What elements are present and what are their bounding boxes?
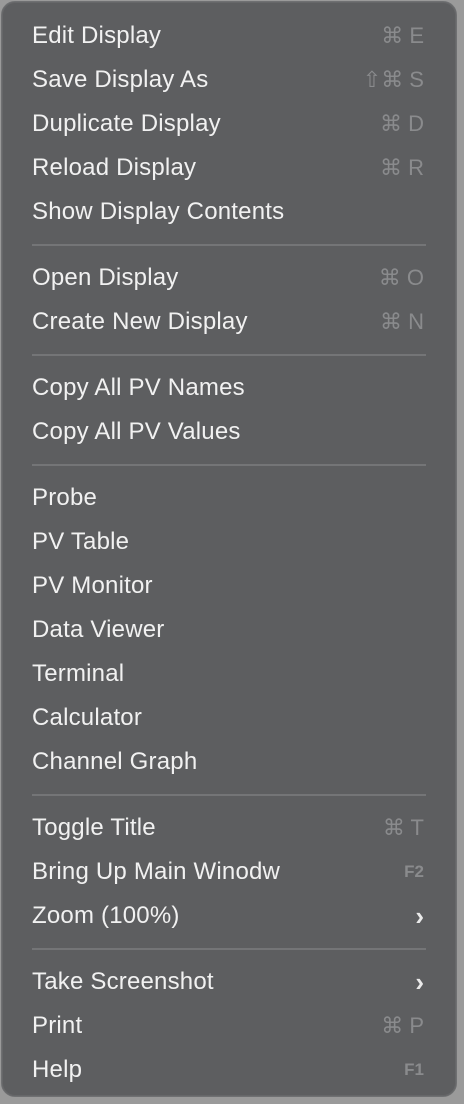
menu-item-label: PV Monitor xyxy=(32,572,153,599)
menu-item-label: Open Display xyxy=(32,264,179,291)
menu-item-label: Print xyxy=(32,1012,83,1039)
shortcut-label: ⌘ N xyxy=(380,309,424,334)
menu-item-help[interactable]: Help F1 xyxy=(12,1048,446,1092)
menu-item-probe[interactable]: Probe xyxy=(12,476,446,520)
menu-item-label: Data Viewer xyxy=(32,616,165,643)
menu-item-label: Take Screenshot xyxy=(32,968,214,995)
menu-item-channel-graph[interactable]: Channel Graph xyxy=(12,740,446,784)
shortcut-label: ⌘ P xyxy=(381,1013,424,1038)
menu-item-terminal[interactable]: Terminal xyxy=(12,652,446,696)
shortcut-label: ⌘ E xyxy=(381,23,424,48)
chevron-right-icon: › xyxy=(415,967,424,997)
shortcut-label: F2 xyxy=(404,862,424,881)
menu-item-create-new-display[interactable]: Create New Display ⌘ N xyxy=(12,300,446,344)
menu-item-label: Create New Display xyxy=(32,308,248,335)
menu-separator xyxy=(32,354,426,356)
menu-item-label: Calculator xyxy=(32,704,143,731)
menu-item-print[interactable]: Print ⌘ P xyxy=(12,1004,446,1048)
menu-item-pv-monitor[interactable]: PV Monitor xyxy=(12,564,446,608)
menu-item-reload-display[interactable]: Reload Display ⌘ R xyxy=(12,146,446,190)
menu-item-save-display-as[interactable]: Save Display As ⇧⌘ S xyxy=(12,58,446,102)
shortcut-label: ⌘ R xyxy=(380,155,424,180)
menu-item-duplicate-display[interactable]: Duplicate Display ⌘ D xyxy=(12,102,446,146)
menu-item-toggle-title[interactable]: Toggle Title ⌘ T xyxy=(12,806,446,850)
menu-item-copy-all-pv-values[interactable]: Copy All PV Values xyxy=(12,410,446,454)
menu-item-label: Probe xyxy=(32,484,98,511)
menu-item-data-viewer[interactable]: Data Viewer xyxy=(12,608,446,652)
menu-item-label: Save Display As xyxy=(32,66,209,93)
menu-item-calculator[interactable]: Calculator xyxy=(12,696,446,740)
menu-item-label: Copy All PV Values xyxy=(32,418,241,445)
menu-separator xyxy=(32,948,426,950)
menu-item-label: Channel Graph xyxy=(32,748,198,775)
shortcut-label: ⌘ O xyxy=(378,265,424,290)
menu-item-open-display[interactable]: Open Display ⌘ O xyxy=(12,256,446,300)
menu-item-pv-table[interactable]: PV Table xyxy=(12,520,446,564)
menu-item-label: PV Table xyxy=(32,528,130,555)
menu-item-label: Edit Display xyxy=(32,22,162,49)
menu-item-copy-all-pv-names[interactable]: Copy All PV Names xyxy=(12,366,446,410)
menu-separator xyxy=(32,244,426,246)
shortcut-label: F1 xyxy=(404,1060,424,1079)
shortcut-label: ⌘ T xyxy=(382,815,424,840)
menu-item-label: Show Display Contents xyxy=(32,198,285,225)
menu-item-take-screenshot[interactable]: Take Screenshot › xyxy=(12,960,446,1004)
menu-item-label: Bring Up Main Winodw xyxy=(32,858,281,885)
menu-item-label: Reload Display xyxy=(32,154,197,181)
chevron-right-icon: › xyxy=(415,901,424,931)
menu-item-label: Toggle Title xyxy=(32,814,156,841)
menu-item-label: Terminal xyxy=(32,660,125,687)
menu-item-bring-up-main-window[interactable]: Bring Up Main Winodw F2 xyxy=(12,850,446,894)
menu-item-label: Copy All PV Names xyxy=(32,374,245,401)
menu-item-show-display-contents[interactable]: Show Display Contents xyxy=(12,190,446,234)
menu-item-label: Zoom (100%) xyxy=(32,902,180,929)
menu-item-label: Help xyxy=(32,1056,83,1083)
menu-item-edit-display[interactable]: Edit Display ⌘ E xyxy=(12,14,446,58)
shortcut-label: ⌘ D xyxy=(380,111,424,136)
menu-item-label: Duplicate Display xyxy=(32,110,221,137)
context-menu: Edit Display ⌘ E Save Display As ⇧⌘ S Du… xyxy=(1,1,457,1097)
shortcut-label: ⇧⌘ S xyxy=(362,67,424,92)
menu-item-zoom[interactable]: Zoom (100%) › xyxy=(12,894,446,938)
menu-separator xyxy=(32,464,426,466)
menu-separator xyxy=(32,794,426,796)
